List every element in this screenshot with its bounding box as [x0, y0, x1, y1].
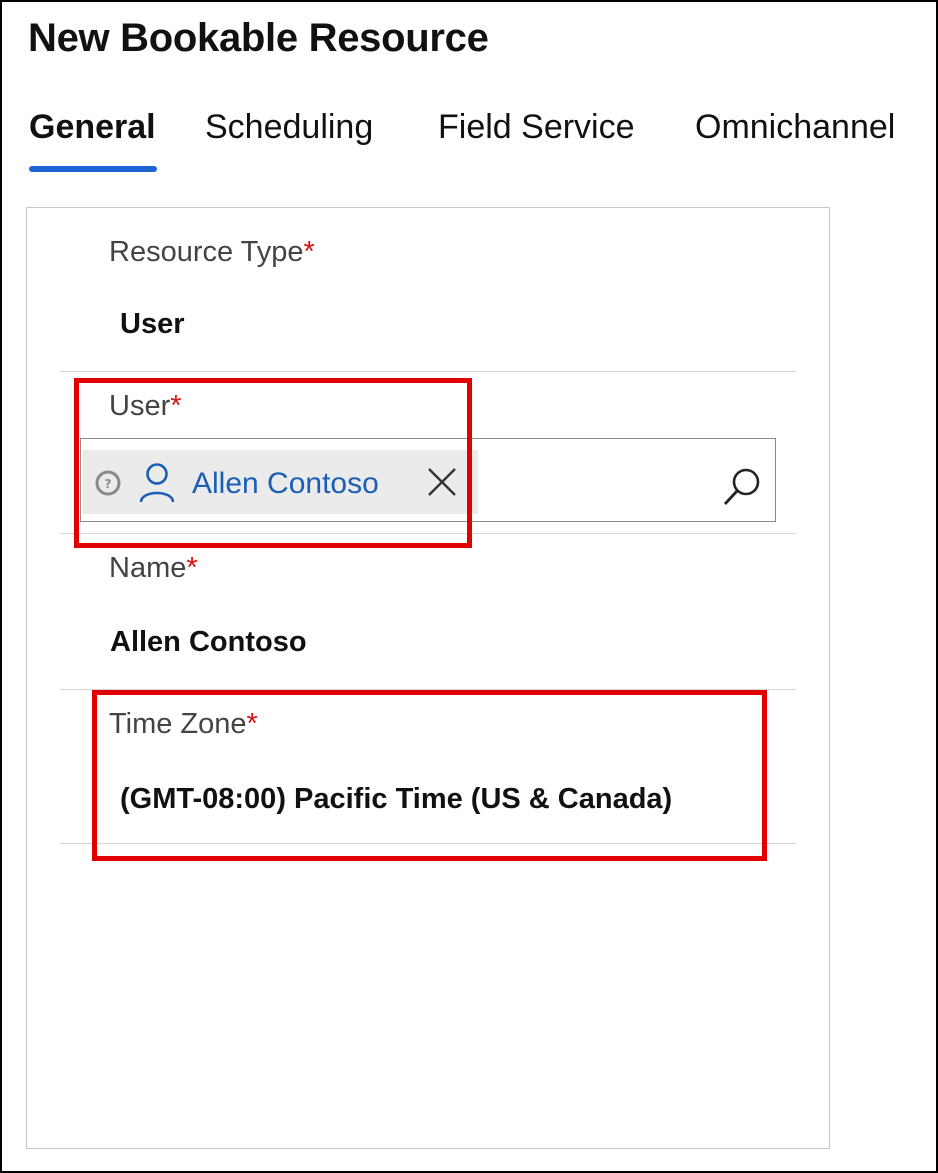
- name-value[interactable]: Allen Contoso: [110, 626, 307, 659]
- name-label-text: Name: [109, 552, 187, 584]
- tab-field-service[interactable]: Field Service: [438, 108, 635, 147]
- tab-omnichannel[interactable]: Omnichannel: [695, 108, 895, 147]
- active-tab-indicator: [29, 166, 157, 172]
- time-zone-highlight-box: [92, 690, 767, 861]
- resource-type-value[interactable]: User: [120, 308, 185, 341]
- user-highlight-box: [74, 378, 472, 548]
- required-marker: *: [186, 552, 198, 584]
- name-label: Name*: [109, 552, 198, 585]
- tab-general[interactable]: General: [29, 108, 156, 147]
- page-title: New Bookable Resource: [28, 16, 489, 60]
- required-marker: *: [303, 236, 315, 268]
- tab-scheduling[interactable]: Scheduling: [205, 108, 373, 147]
- resource-type-label-text: Resource Type: [109, 236, 304, 268]
- form-section: [26, 207, 830, 1149]
- search-icon[interactable]: [720, 464, 764, 508]
- divider: [60, 371, 796, 372]
- resource-type-label: Resource Type*: [109, 236, 315, 269]
